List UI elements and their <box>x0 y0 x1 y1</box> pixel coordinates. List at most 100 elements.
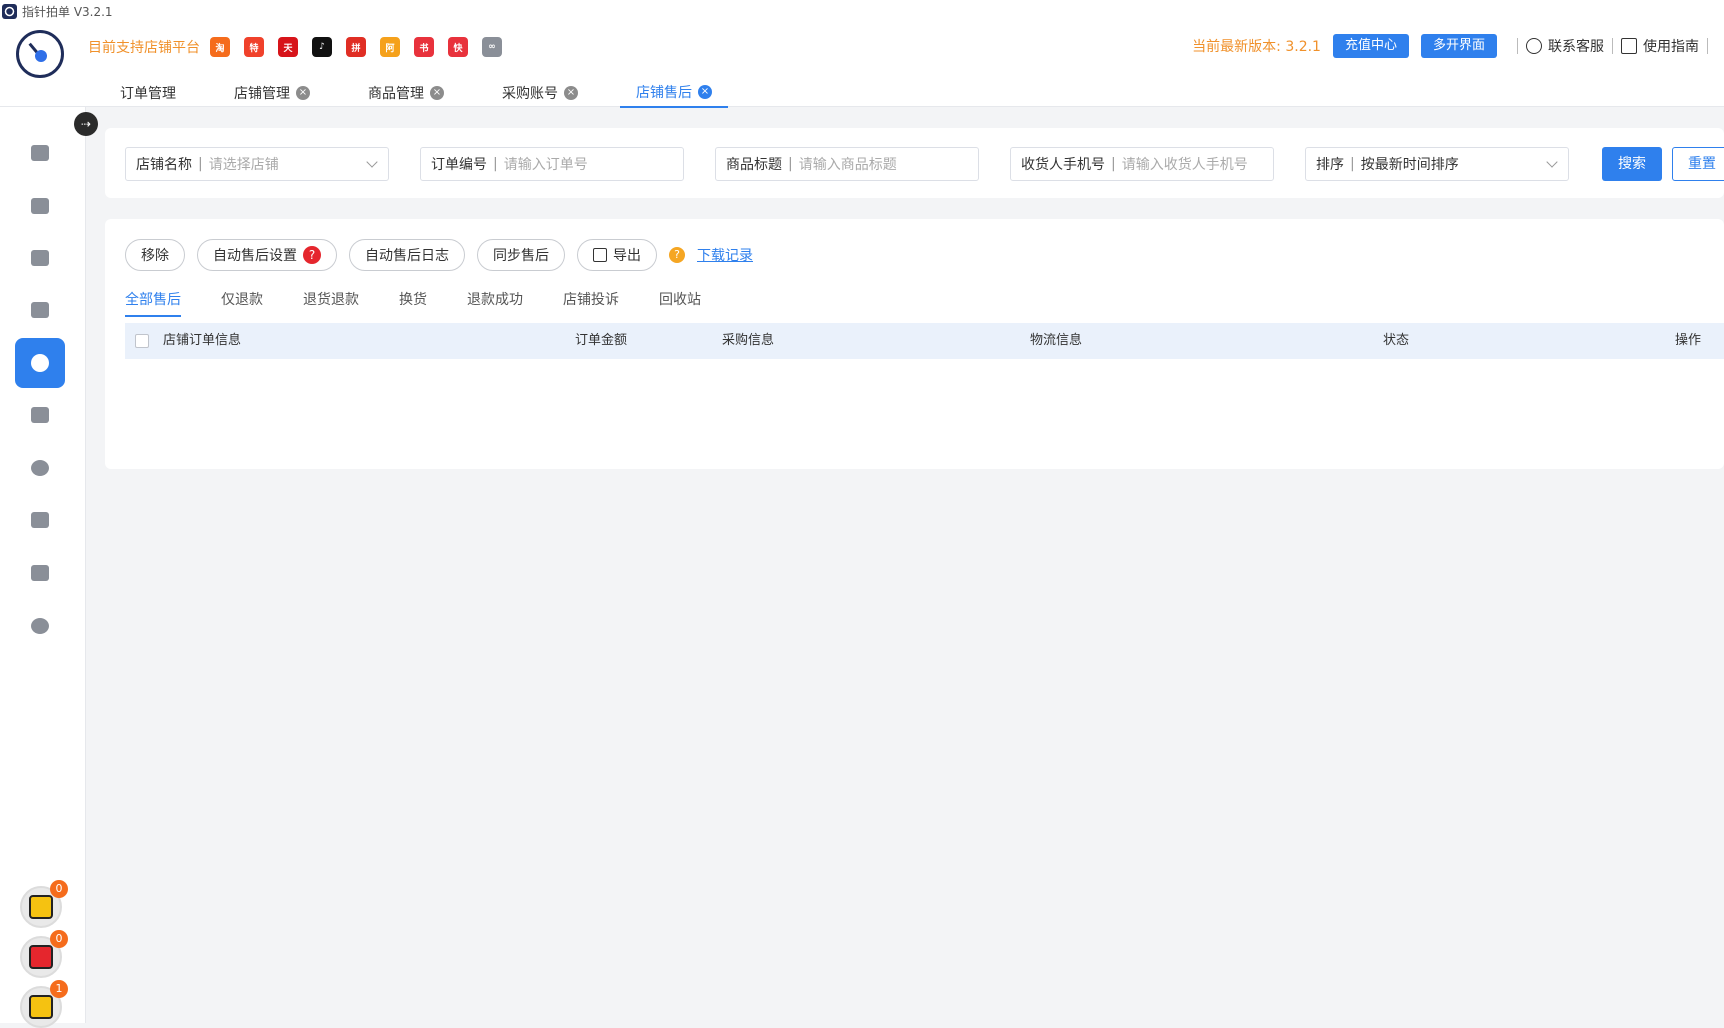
app-logo-icon <box>2 3 17 19</box>
notification-badge: 0 <box>50 930 68 948</box>
sidebar-item-settings[interactable] <box>15 601 65 651</box>
product-title-input[interactable]: 商品标题 | 请输入商品标题 <box>715 147 979 181</box>
tab-close-icon[interactable]: × <box>296 86 310 100</box>
export-icon <box>593 248 607 262</box>
field-separator: | <box>788 156 793 172</box>
bag-icon <box>31 250 49 266</box>
user-guide-label: 使用指南 <box>1643 39 1699 55</box>
tab-shop-after-sales[interactable]: 店铺售后 × <box>620 78 728 108</box>
contact-support-link[interactable]: 联系客服 <box>1526 36 1604 56</box>
tab-close-icon[interactable]: × <box>564 86 578 100</box>
pinduoduo-icon: 拼 <box>346 37 366 57</box>
subtab-shop-complaints[interactable]: 店铺投诉 <box>563 289 619 317</box>
float-announcement-button[interactable]: 1 <box>20 980 68 1028</box>
tab-close-icon[interactable]: × <box>430 86 444 100</box>
brand-logo[interactable] <box>16 30 64 78</box>
multi-window-button[interactable]: 多开界面 <box>1420 34 1497 58</box>
float-delivery-button[interactable]: 0 <box>20 930 68 978</box>
button-label: 同步售后 <box>493 248 549 264</box>
button-label: 导出 <box>613 248 641 264</box>
window-title: 指针拍单 V3.2.1 <box>22 4 113 19</box>
button-label: 自动售后日志 <box>365 248 449 264</box>
tmall-icon: 天 <box>278 37 298 57</box>
field-placeholder: 请输入收货人手机号 <box>1121 157 1248 173</box>
field-separator: | <box>1350 156 1355 172</box>
book-icon <box>1621 38 1637 54</box>
header-actions: 当前最新版本: 3.2.1 充值中心 多开界面 联系客服 使用指南 <box>1192 34 1716 58</box>
help-icon[interactable]: ? <box>303 246 321 264</box>
sidebar-item-home[interactable] <box>15 128 65 178</box>
table-header: 店铺订单信息 订单金额 采购信息 物流信息 状态 操作 <box>125 323 1724 359</box>
sidebar-item-accounts[interactable] <box>15 285 65 335</box>
action-bar: 移除 自动售后设置? 自动售后日志 同步售后 导出 ? 下载记录 <box>125 239 753 271</box>
float-notice-button[interactable]: 0 <box>20 880 68 928</box>
field-label: 排序 <box>1316 157 1344 173</box>
home-icon <box>31 145 49 161</box>
sync-after-sales-button[interactable]: 同步售后 <box>477 239 565 271</box>
sidebar: 0 0 1 <box>0 107 86 1028</box>
subtab-exchange[interactable]: 换货 <box>399 289 427 317</box>
recharge-button[interactable]: 充值中心 <box>1332 34 1409 58</box>
download-records-link[interactable]: 下载记录 <box>697 245 753 265</box>
headset-icon <box>1526 38 1542 54</box>
platforms-label: 目前支持店铺平台 <box>88 40 200 56</box>
subtab-all[interactable]: 全部售后 <box>125 289 181 317</box>
auto-after-sales-settings-button[interactable]: 自动售后设置? <box>197 239 337 271</box>
receiver-phone-input[interactable]: 收货人手机号 | 请输入收货人手机号 <box>1010 147 1274 181</box>
subtab-return-refund[interactable]: 退货退款 <box>303 289 359 317</box>
chevron-down-icon <box>1546 156 1558 168</box>
tab-close-icon[interactable]: × <box>698 85 712 99</box>
xiaohongshu-icon: 书 <box>414 37 434 57</box>
user-guide-link[interactable]: 使用指南 <box>1621 36 1699 56</box>
version-label: 当前最新版本: 3.2.1 <box>1192 39 1321 55</box>
shop-select[interactable]: 店铺名称 | 请选择店铺 <box>125 147 389 181</box>
subtab-recycle-bin[interactable]: 回收站 <box>659 289 701 317</box>
search-button[interactable]: 搜索 <box>1602 147 1662 181</box>
field-label: 店铺名称 <box>136 157 192 173</box>
tab-product-management[interactable]: 商品管理 × <box>352 78 460 108</box>
sidebar-item-statistics[interactable] <box>15 443 65 493</box>
collapse-sidebar-button[interactable]: ⇢ <box>74 112 98 136</box>
export-button[interactable]: 导出 <box>577 239 657 271</box>
export-help-icon[interactable]: ? <box>669 247 685 263</box>
sidebar-item-warehouse[interactable] <box>15 390 65 440</box>
auto-after-sales-log-button[interactable]: 自动售后日志 <box>349 239 465 271</box>
select-all-checkbox[interactable] <box>135 334 149 348</box>
subtab-refund-only[interactable]: 仅退款 <box>221 289 263 317</box>
field-label: 订单编号 <box>431 157 487 173</box>
tab-label: 店铺管理 <box>234 86 290 102</box>
button-label: 移除 <box>141 248 169 264</box>
sidebar-item-orders[interactable] <box>15 181 65 231</box>
column-actions: 操作 <box>1675 333 1702 348</box>
sort-select[interactable]: 排序 | 按最新时间排序 <box>1305 147 1569 181</box>
sidebar-item-after-sales[interactable] <box>15 338 65 388</box>
tab-shop-management[interactable]: 店铺管理 × <box>218 78 326 108</box>
remove-button[interactable]: 移除 <box>125 239 185 271</box>
order-number-input[interactable]: 订单编号 | 请输入订单号 <box>420 147 684 181</box>
notification-badge: 0 <box>50 880 68 898</box>
tejia-icon: 特 <box>244 37 264 57</box>
sidebar-item-shops[interactable] <box>15 233 65 283</box>
after-sales-panel: 移除 自动售后设置? 自动售后日志 同步售后 导出 ? 下载记录 全部售后 仅退… <box>105 219 1724 469</box>
tab-order-management[interactable]: 订单管理 <box>104 78 192 108</box>
subtab-refund-success[interactable]: 退款成功 <box>467 289 523 317</box>
sidebar-item-trends[interactable] <box>15 495 65 545</box>
divider <box>1612 38 1613 54</box>
field-separator: | <box>493 156 498 172</box>
delivery-truck-icon <box>29 945 53 969</box>
field-placeholder: 请输入订单号 <box>503 157 588 173</box>
field-label: 商品标题 <box>726 157 782 173</box>
divider <box>1707 38 1708 54</box>
tab-label: 店铺售后 <box>636 85 692 101</box>
field-placeholder: 请输入商品标题 <box>798 157 897 173</box>
tab-label: 商品管理 <box>368 86 424 102</box>
divider <box>1517 38 1518 54</box>
users-icon <box>31 302 49 318</box>
sidebar-item-organization[interactable] <box>15 548 65 598</box>
hierarchy-icon <box>31 565 49 581</box>
window-titlebar: 指针拍单 V3.2.1 <box>0 0 1724 22</box>
reset-button[interactable]: 重置 <box>1672 147 1724 181</box>
column-logistics-info: 物流信息 <box>1030 333 1083 348</box>
tab-purchase-accounts[interactable]: 采购账号 × <box>486 78 594 108</box>
alibaba-icon: 阿 <box>380 37 400 57</box>
